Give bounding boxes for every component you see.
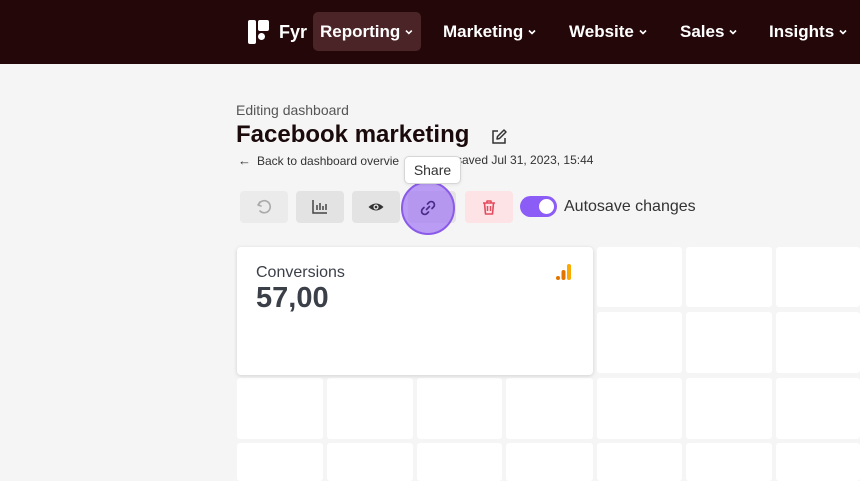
grid-cell[interactable] <box>686 247 772 307</box>
widget-value: 57,00 <box>256 282 329 314</box>
editing-label: Editing dashboard <box>236 102 349 118</box>
toggle-knob <box>539 199 554 214</box>
top-navbar: Fyr Reporting Marketing Website Sales In… <box>0 0 860 64</box>
share-tooltip: Share <box>404 156 461 184</box>
widget-title: Conversions <box>256 264 345 281</box>
grid-cell[interactable] <box>597 312 682 373</box>
nav-item-label: Sales <box>680 21 725 41</box>
bar-chart-icon <box>312 200 327 214</box>
nav-item-label: Marketing <box>443 21 524 41</box>
logo-icon <box>247 20 271 44</box>
nav-item-label: Website <box>569 21 634 41</box>
grid-cell[interactable] <box>686 378 772 439</box>
conversions-widget[interactable]: Conversions 57,00 <box>237 247 593 375</box>
undo-button[interactable] <box>240 191 288 223</box>
logo[interactable]: Fyr <box>247 20 307 44</box>
grid-cell[interactable] <box>776 247 860 307</box>
last-saved-text: saved Jul 31, 2023, 15:44 <box>456 153 594 167</box>
grid-cell[interactable] <box>506 443 593 481</box>
preview-button[interactable] <box>352 191 400 223</box>
share-button-overlay[interactable] <box>401 181 455 235</box>
grid-cell[interactable] <box>776 312 860 373</box>
grid-cell[interactable] <box>237 443 323 481</box>
nav-item-insights[interactable]: Insights <box>762 12 855 51</box>
logo-text: Fyr <box>279 21 308 42</box>
nav-item-marketing[interactable]: Marketing <box>436 12 544 51</box>
google-analytics-icon <box>556 264 571 280</box>
nav-item-label: Reporting <box>320 21 401 41</box>
chevron-down-icon <box>405 29 413 35</box>
nav-item-label: Insights <box>769 21 835 41</box>
grid-cell[interactable] <box>417 378 502 439</box>
link-icon <box>420 200 436 216</box>
add-widget-button[interactable] <box>296 191 344 223</box>
delete-button[interactable] <box>465 191 513 223</box>
back-to-overview-link[interactable]: ← Back to dashboard overvie <box>238 153 399 168</box>
arrow-left-icon: ← <box>238 153 251 168</box>
chevron-down-icon <box>729 29 738 35</box>
grid-cell[interactable] <box>327 378 413 439</box>
grid-cell[interactable] <box>506 378 593 439</box>
autosave-label: Autosave changes <box>564 198 696 215</box>
grid-cell[interactable] <box>327 443 413 481</box>
nav-item-sales[interactable]: Sales <box>673 12 745 51</box>
chevron-down-icon <box>528 29 536 35</box>
nav-item-website[interactable]: Website <box>562 12 655 51</box>
grid-cell[interactable] <box>686 443 772 481</box>
grid-cell[interactable] <box>776 443 860 481</box>
back-link-label: Back to dashboard overvie <box>257 153 400 168</box>
grid-cell[interactable] <box>597 247 682 307</box>
grid-cell[interactable] <box>597 443 682 481</box>
page-title: Facebook marketing <box>236 121 470 148</box>
edit-icon[interactable] <box>490 128 508 146</box>
undo-icon <box>257 199 272 214</box>
trash-icon <box>483 200 495 215</box>
grid-cell[interactable] <box>237 378 323 439</box>
chevron-down-icon <box>639 29 647 35</box>
grid-cell[interactable] <box>686 312 772 373</box>
autosave-toggle[interactable] <box>520 196 557 217</box>
grid-cell[interactable] <box>417 443 502 481</box>
chevron-down-icon <box>839 29 847 35</box>
grid-cell[interactable] <box>597 378 682 439</box>
eye-icon <box>368 203 384 211</box>
nav-item-reporting[interactable]: Reporting <box>313 12 421 51</box>
grid-cell[interactable] <box>776 378 860 439</box>
